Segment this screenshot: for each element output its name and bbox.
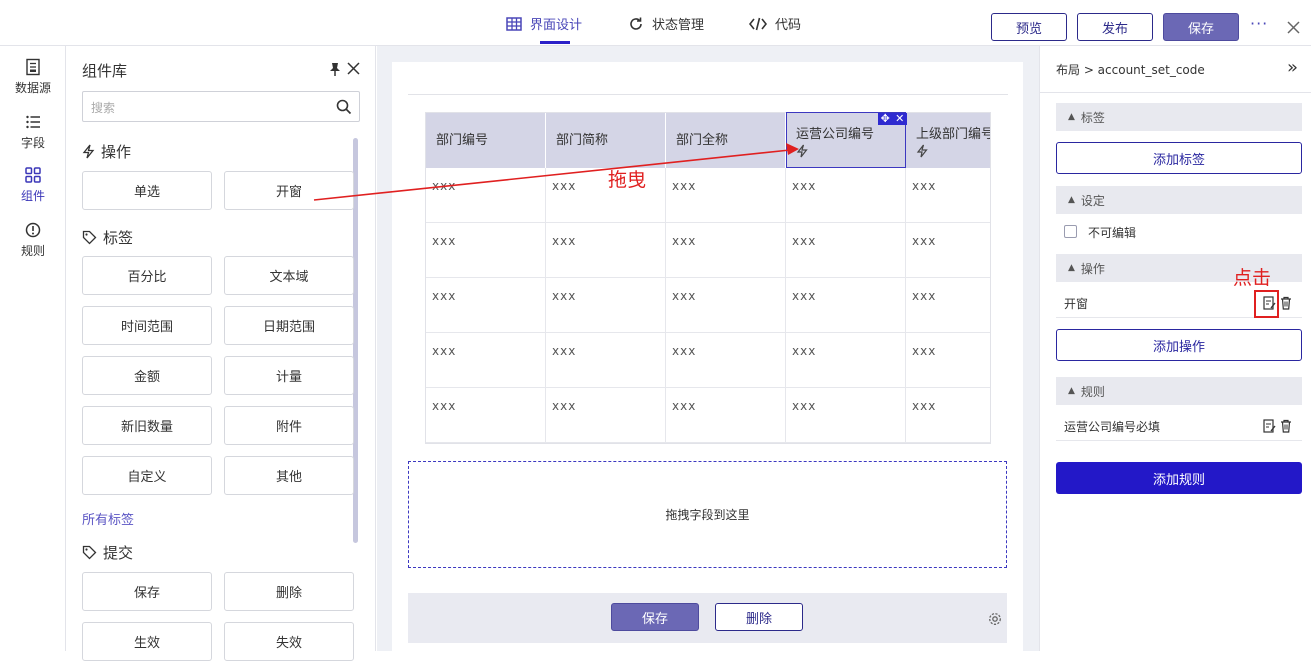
click-annotation: 点击 [1233, 267, 1272, 289]
drag-annotation: 拖曳 [608, 169, 647, 191]
drag-arrow [313, 143, 799, 201]
